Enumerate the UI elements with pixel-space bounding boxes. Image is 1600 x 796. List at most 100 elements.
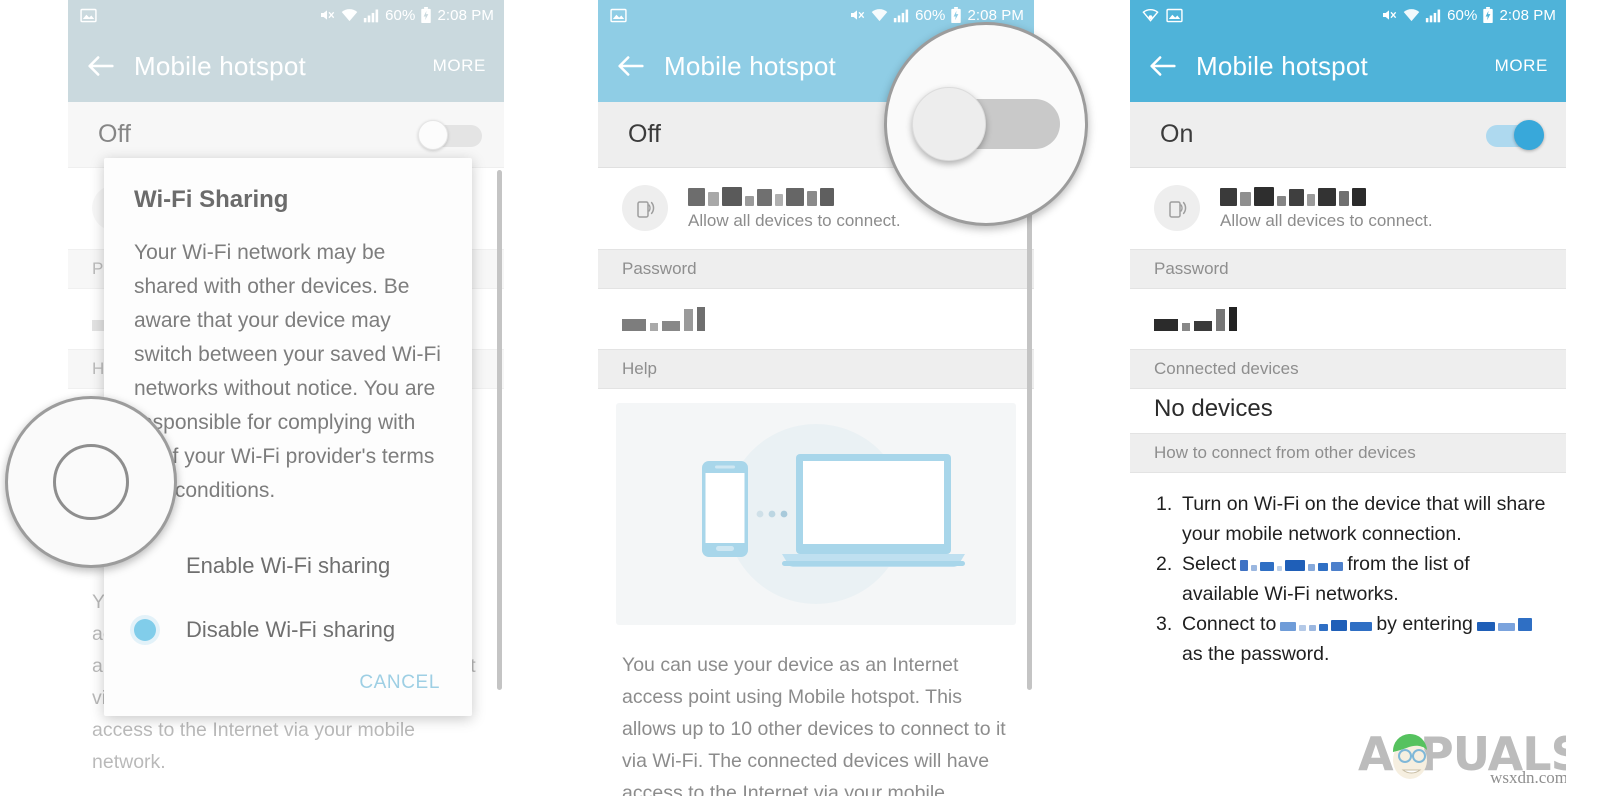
status-bar-left-icons <box>610 7 627 24</box>
vertical-scrollbar[interactable] <box>1027 170 1032 690</box>
step-text-pre: Select <box>1182 553 1237 575</box>
step-number: 3. <box>1156 613 1173 635</box>
password-redacted <box>622 303 1010 331</box>
hotspot-device-icon <box>622 184 668 231</box>
radio-button-selected-icon[interactable] <box>134 619 156 641</box>
back-arrow-icon[interactable] <box>1146 49 1180 83</box>
connected-devices-value: No devices <box>1154 395 1273 422</box>
ssid-subtitle: Allow all devices to connect. <box>1220 211 1433 230</box>
page-title: Mobile hotspot <box>1196 50 1368 81</box>
hotspot-master-row[interactable]: On <box>1130 102 1566 168</box>
list-item: 2. Select from the list of available Wi-F… <box>1156 549 1548 609</box>
back-arrow-icon[interactable] <box>614 49 648 83</box>
toggle-knob <box>418 119 448 150</box>
wifi-icon <box>871 8 888 23</box>
list-item: 1. Turn on Wi-Fi on the device that will… <box>1156 489 1548 549</box>
vertical-scrollbar[interactable] <box>497 170 502 690</box>
section-header-how-to-connect: How to connect from other devices <box>1130 433 1566 473</box>
toggle-knob <box>912 87 986 161</box>
password-value-row[interactable] <box>598 289 1034 349</box>
magnifier-toggle-callout <box>884 22 1088 226</box>
signal-icon <box>1425 8 1442 23</box>
clock-label: 2:08 PM <box>437 6 494 24</box>
app-bar: Mobile hotspot MORE <box>68 30 504 102</box>
dialog-option-disable-label: Disable Wi-Fi sharing <box>186 617 396 642</box>
ssid-name-redacted <box>688 184 901 206</box>
battery-charging-icon <box>1482 6 1494 24</box>
ssid-texts: Allow all devices to connect. <box>1220 184 1433 231</box>
password-redacted-inline <box>1476 618 1532 631</box>
svg-text:A: A <box>1358 727 1394 781</box>
screenshot-canvas: 60% 2:08 PM Mobile hotspot MORE Off acce… <box>0 0 1600 796</box>
radio-button-unselected-icon[interactable] <box>134 555 156 577</box>
help-illustration-wrap <box>598 389 1034 635</box>
step-text: Turn on Wi-Fi on the device that will sh… <box>1182 493 1546 545</box>
wifi-icon <box>341 8 358 23</box>
step-text-mid: by entering <box>1376 613 1473 635</box>
step-number: 1. <box>1156 493 1173 515</box>
ssid-redacted-inline <box>1280 618 1373 631</box>
status-bar-right-icons: 60% 2:08 PM <box>1380 6 1556 24</box>
dialog-options-list: Enable Wi-Fi sharing Disable Wi-Fi shari… <box>134 534 442 662</box>
screenshot-icon <box>80 7 97 24</box>
connected-devices-row[interactable]: No devices <box>1130 389 1566 433</box>
step-text: Select from the list of available Wi-Fi n… <box>1182 549 1548 609</box>
ssid-row[interactable]: Allow all devices to connect. <box>1130 168 1566 249</box>
phone-screen-panel-3: 60% 2:08 PM Mobile hotspot MORE On Allow… <box>1130 0 1566 796</box>
password-redacted <box>1154 303 1542 331</box>
back-arrow-icon[interactable] <box>84 49 118 83</box>
status-bar-left-icons <box>80 7 97 24</box>
list-item: 3. Connect to by entering as the password. <box>1156 609 1548 669</box>
magnified-toggle-switch <box>912 87 1060 161</box>
how-to-connect-steps: 1. Turn on Wi-Fi on the device that will… <box>1130 473 1566 679</box>
dialog-title: Wi-Fi Sharing <box>134 186 289 213</box>
status-bar: 60% 2:08 PM <box>68 0 504 30</box>
wifi-icon <box>1403 8 1420 23</box>
hotspot-toggle-switch[interactable] <box>1480 119 1544 150</box>
hotspot-description-text: You can use your device as an Internet a… <box>598 635 1034 796</box>
app-bar: Mobile hotspot MORE <box>1130 30 1566 102</box>
dialog-body-text: Your Wi-Fi network may be shared with ot… <box>134 241 441 502</box>
section-header-connected-devices: Connected devices <box>1130 349 1566 389</box>
more-button[interactable]: MORE <box>433 56 486 76</box>
page-title: Mobile hotspot <box>664 50 836 81</box>
phone-laptop-connection-illustration <box>616 403 1016 625</box>
battery-charging-icon <box>950 6 962 24</box>
dialog-option-enable-label: Enable Wi-Fi sharing <box>186 553 391 578</box>
battery-percent-label: 60% <box>915 6 946 24</box>
hotspot-active-icon <box>1142 7 1159 23</box>
battery-charging-icon <box>420 6 432 24</box>
magnifier-radio-callout <box>5 396 177 568</box>
signal-icon <box>893 8 910 23</box>
cancel-button[interactable]: CANCEL <box>134 662 442 702</box>
step-text-pre: Connect to <box>1182 613 1277 635</box>
password-value-row[interactable] <box>1130 289 1566 349</box>
hotspot-state-label: Off <box>628 120 661 148</box>
hotspot-toggle-switch[interactable] <box>418 119 482 150</box>
toggle-knob <box>1514 119 1544 150</box>
screenshot-icon <box>610 7 627 24</box>
hotspot-state-label: Off <box>98 120 131 148</box>
more-button[interactable]: MORE <box>1495 56 1548 76</box>
status-bar-right-icons: 60% 2:08 PM <box>318 6 494 24</box>
status-bar-right-icons: 60% 2:08 PM <box>848 6 1024 24</box>
page-title: Mobile hotspot <box>134 50 306 81</box>
mute-icon <box>848 7 866 23</box>
step-number: 2. <box>1156 553 1173 575</box>
dialog-option-disable[interactable]: Disable Wi-Fi sharing <box>134 598 442 662</box>
ssid-name-redacted <box>1220 184 1433 206</box>
signal-icon <box>363 8 380 23</box>
mute-icon <box>318 7 336 23</box>
ssid-texts: Allow all devices to connect. <box>688 184 901 231</box>
battery-percent-label: 60% <box>1447 6 1478 24</box>
magnified-radio-button <box>53 444 129 520</box>
dialog-option-enable[interactable]: Enable Wi-Fi sharing <box>134 534 442 598</box>
source-url-label: wsxdn.com <box>1490 768 1566 787</box>
ssid-subtitle: Allow all devices to connect. <box>688 211 901 230</box>
hotspot-device-icon <box>1154 184 1200 231</box>
screenshot-icon <box>1166 7 1183 24</box>
section-header-password: Password <box>598 249 1034 289</box>
section-header-help: Help <box>598 349 1034 389</box>
step-text: Connect to by entering as the password. <box>1182 609 1548 669</box>
mute-icon <box>1380 7 1398 23</box>
